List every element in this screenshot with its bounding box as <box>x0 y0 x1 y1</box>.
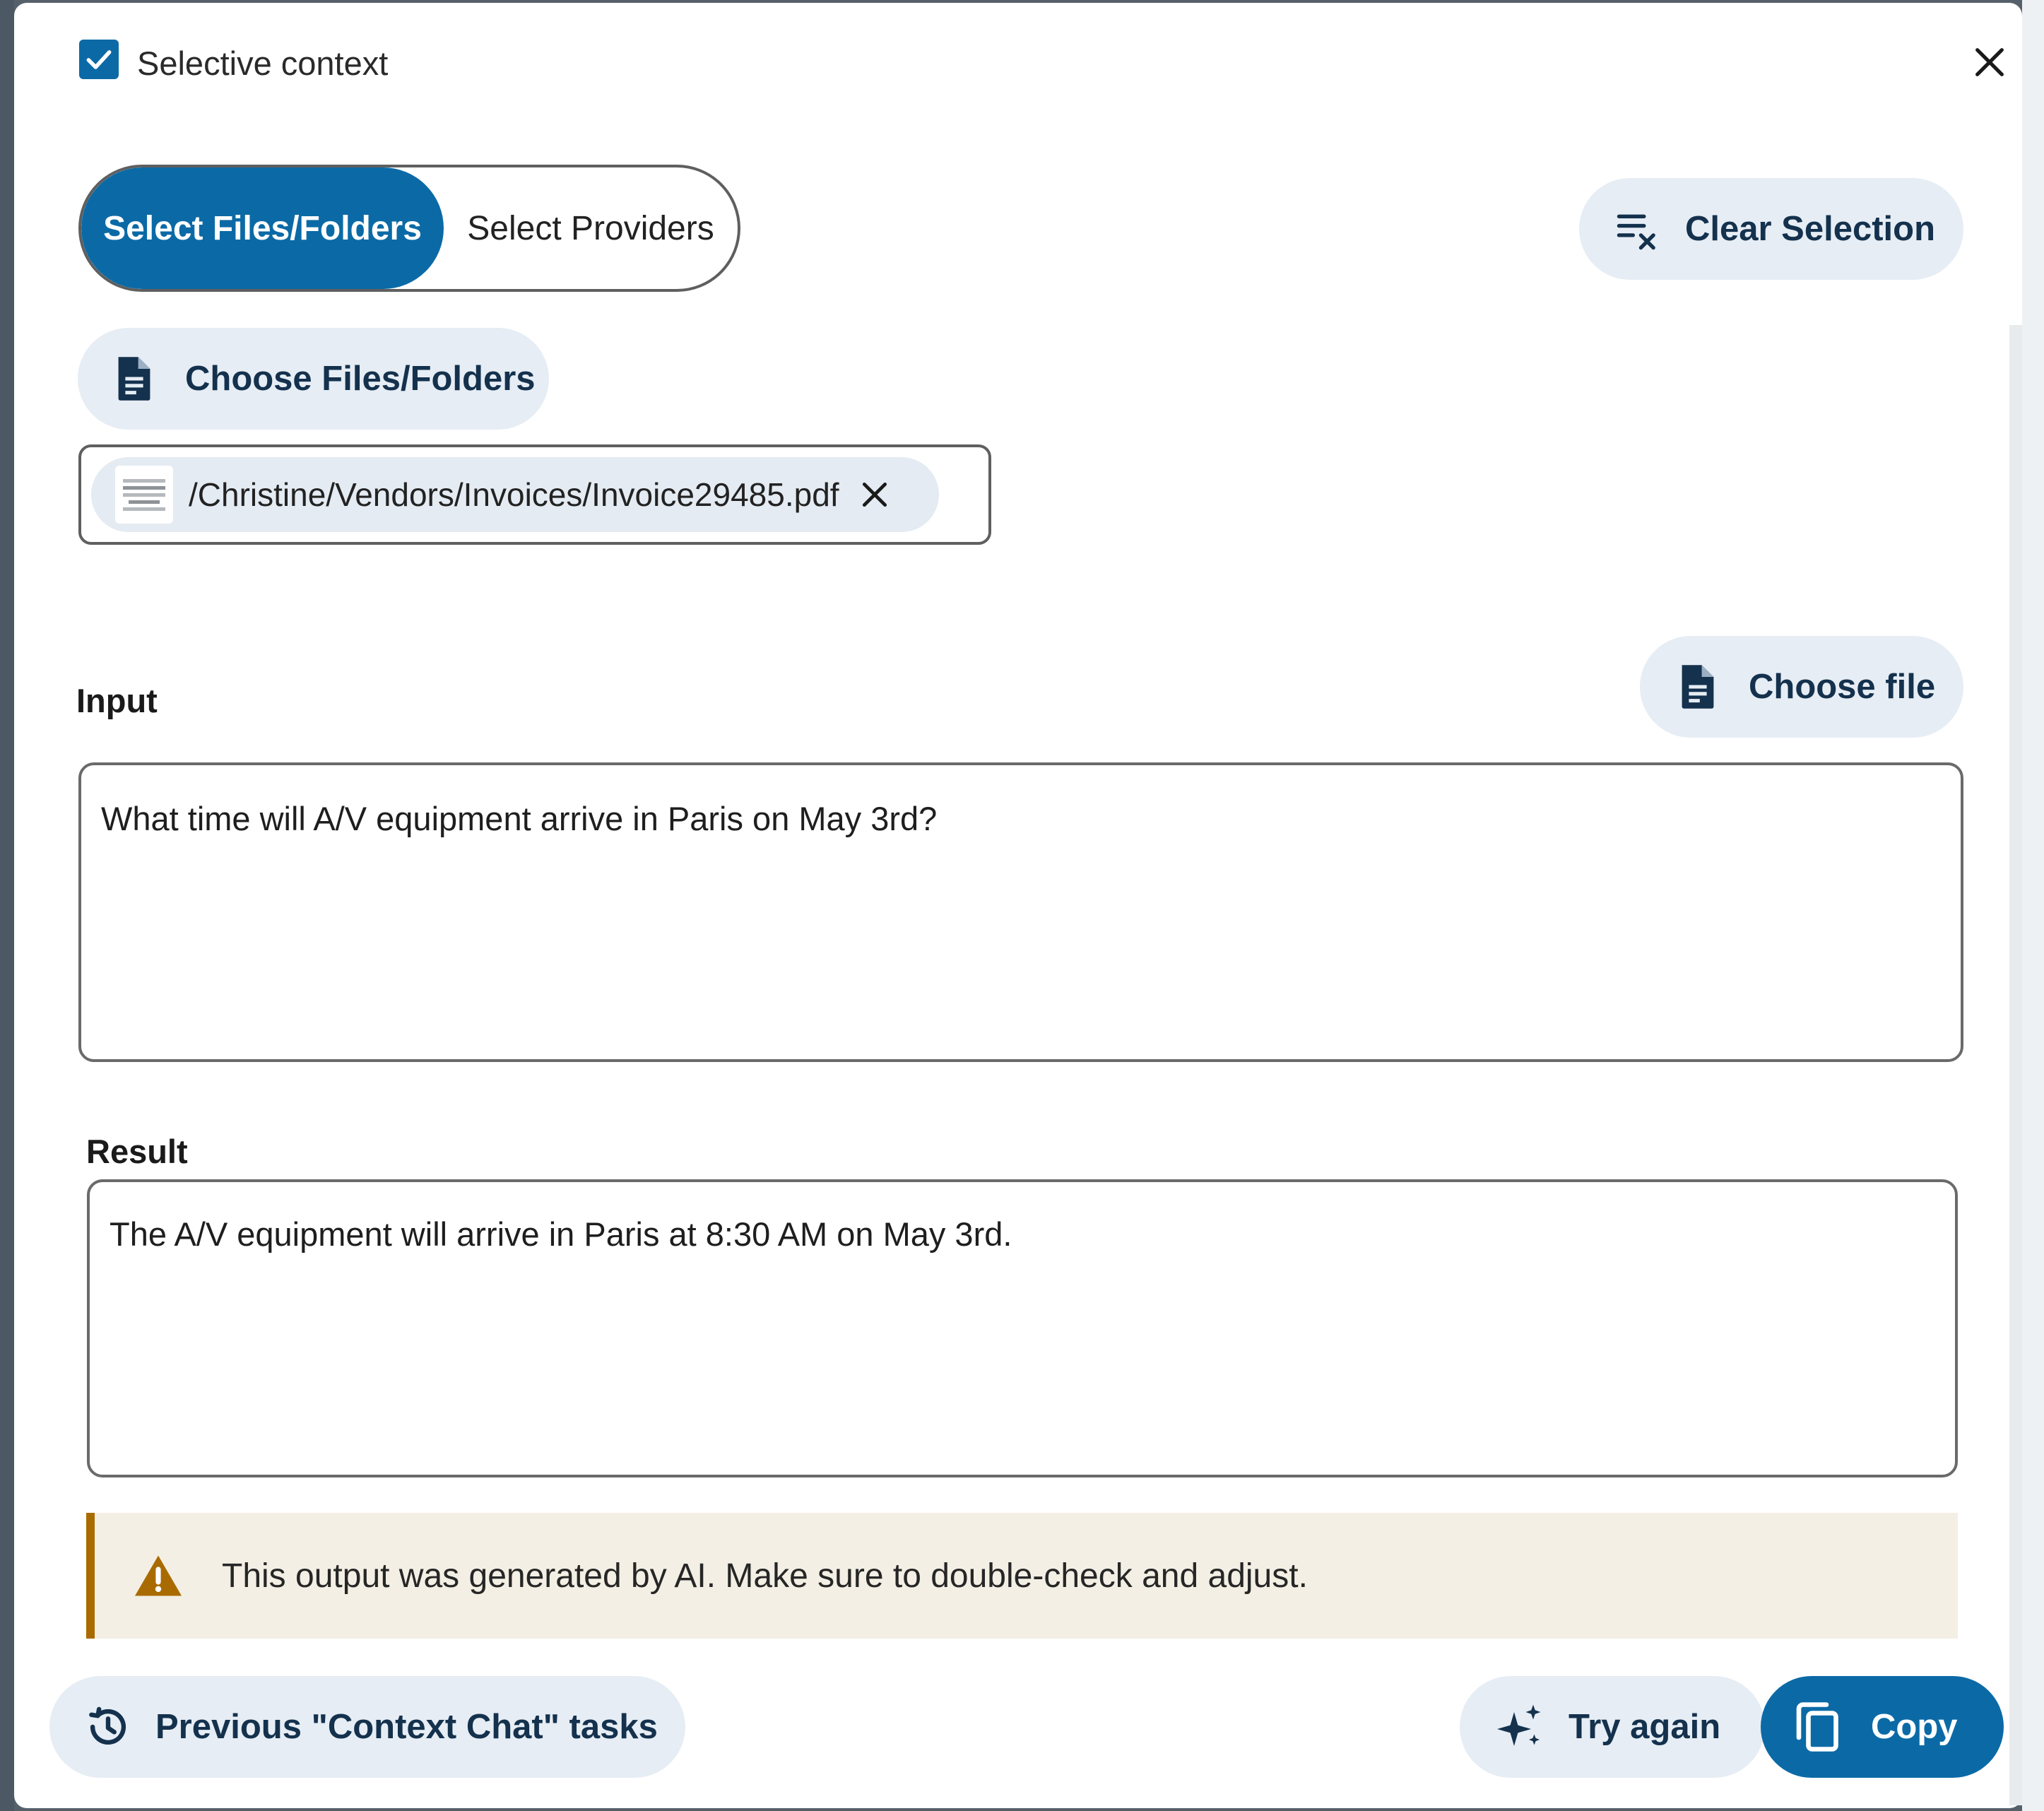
backdrop-right <box>2022 0 2044 1811</box>
dialog-scrollbar[interactable] <box>2009 325 2022 1805</box>
tab-select-files-folders[interactable]: Select Files/Folders <box>81 167 444 289</box>
warning-text: This output was generated by AI. Make su… <box>222 1557 1308 1595</box>
selected-files-field[interactable]: /Christine/Vendors/Invoices/Invoice29485… <box>78 444 991 545</box>
context-source-tabs: Select Files/Folders Select Providers <box>78 165 740 292</box>
copy-label: Copy <box>1871 1708 1958 1746</box>
close-icon <box>1975 48 2004 76</box>
document-icon <box>1682 665 1714 709</box>
clear-selection-label: Clear Selection <box>1685 210 1936 248</box>
thumbnail-line <box>123 485 165 490</box>
remove-file-button[interactable] <box>855 475 894 514</box>
close-button[interactable] <box>1964 37 2015 88</box>
input-textarea[interactable]: What time will A/V equipment arrive in P… <box>78 762 1963 1062</box>
thumbnail-line <box>129 500 160 504</box>
warning-icon <box>135 1555 182 1596</box>
backdrop-left <box>0 0 14 1811</box>
input-label: Input <box>76 682 158 719</box>
choose-file-label: Choose file <box>1749 668 1936 706</box>
pdf-thumbnail-icon <box>115 466 173 524</box>
file-chip: /Christine/Vendors/Invoices/Invoice29485… <box>91 457 939 532</box>
checkmark-icon <box>86 50 112 69</box>
choose-files-folders-label: Choose Files/Folders <box>185 360 536 398</box>
result-textarea[interactable]: The A/V equipment will arrive in Paris a… <box>87 1179 1958 1477</box>
history-icon <box>89 1706 126 1745</box>
sparkle-icon <box>1497 1704 1541 1746</box>
previous-tasks-label: Previous "Context Chat" tasks <box>155 1708 658 1746</box>
thumbnail-line <box>123 478 165 483</box>
tab-select-providers[interactable]: Select Providers <box>444 167 738 289</box>
try-again-button[interactable]: Try again <box>1460 1676 1765 1778</box>
try-again-label: Try again <box>1569 1708 1721 1746</box>
thumbnail-line <box>123 492 165 497</box>
thumbnail-line <box>123 507 165 511</box>
ai-warning-banner: This output was generated by AI. Make su… <box>86 1513 1958 1639</box>
file-chip-path: /Christine/Vendors/Invoices/Invoice29485… <box>189 476 839 513</box>
document-icon <box>118 357 150 401</box>
close-icon <box>862 482 887 507</box>
result-label: Result <box>86 1133 188 1170</box>
context-chat-dialog: Selective context Select Files/Folders S… <box>14 3 2022 1808</box>
selective-context-checkbox[interactable] <box>79 40 119 79</box>
selective-context-label[interactable]: Selective context <box>137 42 388 85</box>
choose-files-folders-button[interactable]: Choose Files/Folders <box>78 328 549 430</box>
copy-icon <box>1796 1702 1838 1752</box>
clear-selection-button[interactable]: Clear Selection <box>1579 178 1963 280</box>
clear-list-icon <box>1617 214 1655 250</box>
copy-button[interactable]: Copy <box>1761 1676 2004 1778</box>
choose-file-button[interactable]: Choose file <box>1640 636 1963 738</box>
previous-tasks-button[interactable]: Previous "Context Chat" tasks <box>49 1676 685 1778</box>
